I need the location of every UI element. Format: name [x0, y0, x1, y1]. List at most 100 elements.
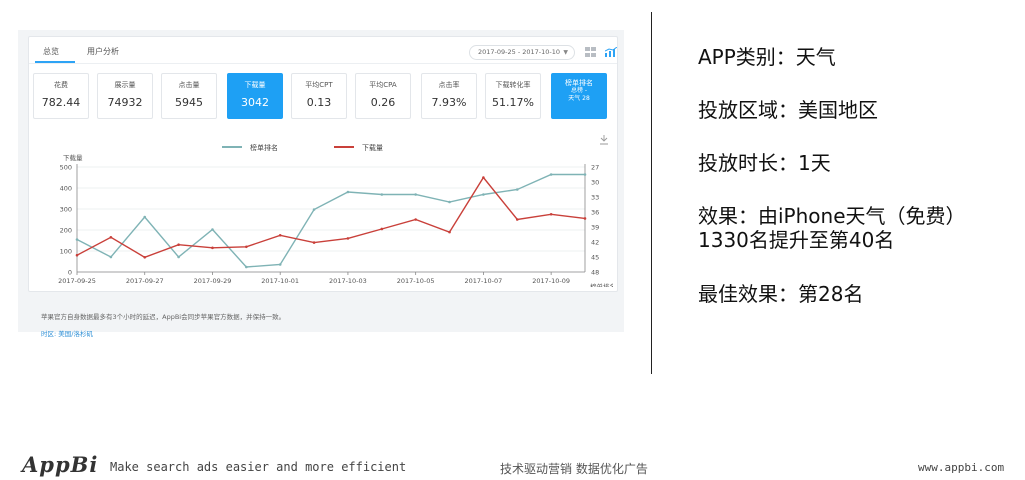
data-point: [109, 255, 113, 259]
y-left-tick-label: 0: [68, 269, 72, 277]
data-point: [482, 193, 485, 196]
x-tick-label: 2017-09-29: [194, 277, 232, 285]
tab-divider: [29, 63, 617, 64]
metric-card-downloads[interactable]: 下载量 3042: [227, 73, 283, 119]
metric-value: 0.26: [370, 96, 396, 109]
tab-user-analysis[interactable]: 用户分析: [87, 46, 119, 57]
metric-card-taps[interactable]: 点击量 5945: [161, 73, 217, 119]
y-right-tick-label: 45: [591, 254, 599, 262]
metric-value: 5945: [175, 96, 203, 109]
metric-label: 点击率: [438, 81, 460, 89]
timezone-link[interactable]: 时区: 美国/洛杉矶: [41, 328, 93, 338]
data-point: [549, 173, 553, 176]
data-point: [346, 237, 350, 240]
date-range-text: 2017-09-25 - 2017-10-10: [478, 48, 561, 56]
y-right-tick-label: 33: [591, 194, 599, 202]
dashboard-screenshot: 总览 用户分析 2017-09-25 - 2017-10-10 ▼ 花费 782…: [18, 30, 624, 338]
y-left-tick-label: 100: [60, 248, 72, 256]
metric-card-spend[interactable]: 花费 782.44: [33, 73, 89, 119]
x-tick-label: 2017-09-25: [58, 277, 96, 285]
note-effect-line1: 效果：由iPhone天气（免费）: [698, 204, 966, 228]
appbi-logo: AppBi: [22, 452, 99, 477]
data-point: [109, 236, 113, 239]
y-right-tick-label: 39: [591, 224, 599, 232]
data-point: [75, 253, 79, 257]
x-tick-label: 2017-10-05: [397, 277, 435, 285]
data-point: [177, 255, 180, 259]
y-left-tick-label: 200: [60, 227, 72, 235]
table-view-icon[interactable]: [585, 47, 596, 57]
footer-cn-slogan: 技术驱动营销 数据优化广告: [500, 462, 648, 476]
metric-card-impressions[interactable]: 展示量 74932: [97, 73, 153, 119]
metric-value: 74932: [107, 96, 143, 109]
metric-card-ctr[interactable]: 点击率 7.93%: [421, 73, 477, 119]
data-point: [75, 238, 79, 241]
data-point: [245, 245, 248, 249]
data-point: [278, 263, 282, 266]
data-point: [278, 233, 282, 237]
metric-value: 0.13: [306, 96, 332, 109]
data-point: [211, 246, 214, 250]
chart-view-icon[interactable]: [605, 47, 617, 57]
dashboard-card: 总览 用户分析 2017-09-25 - 2017-10-10 ▼ 花费 782…: [28, 36, 618, 338]
data-point: [515, 218, 519, 221]
data-point: [515, 188, 519, 191]
x-tick-label: 2017-09-27: [126, 277, 164, 285]
metric-label: 下载转化率: [495, 81, 531, 89]
data-point: [414, 218, 417, 221]
data-point: [143, 256, 147, 259]
y-right-tick-label: 36: [591, 209, 599, 217]
metric-label: 榜单排名: [565, 79, 593, 87]
metric-card-conversion-rate[interactable]: 下载转化率 51.17%: [485, 73, 541, 119]
y-left-tick-label: 500: [60, 164, 72, 172]
y-right-tick-label: 27: [591, 164, 599, 172]
metric-value: 51.17%: [492, 96, 534, 109]
metric-label: 平均CPT: [305, 81, 333, 89]
note-region: 投放区域：美国地区: [698, 98, 878, 122]
rank-value: 天气 28: [568, 95, 590, 102]
tab-overview[interactable]: 总览: [43, 46, 59, 57]
metric-value: 3042: [241, 96, 269, 109]
data-point: [549, 212, 553, 216]
y-right-tick-label: 42: [591, 239, 599, 247]
data-point: [380, 193, 384, 196]
data-point: [346, 190, 350, 194]
chevron-down-icon: ▼: [563, 49, 568, 56]
footer-slogan: Make search ads easier and more efficien…: [110, 460, 407, 474]
legend-label: 榜单排名: [250, 143, 278, 152]
data-point: [211, 228, 214, 231]
series-line-downloads: [76, 176, 586, 259]
data-point: [414, 193, 417, 196]
x-tick-label: 2017-10-03: [329, 277, 367, 285]
metric-card-rank[interactable]: 榜单排名 总榜 - 天气 28: [551, 73, 607, 119]
metric-value: 7.93%: [431, 96, 467, 109]
y-left-axis-label: 下载量: [63, 153, 83, 162]
metric-label: 下载量: [244, 81, 266, 89]
metric-card-avg-cpa[interactable]: 平均CPA 0.26: [355, 73, 411, 119]
data-point: [448, 200, 451, 204]
legend-label: 下载量: [362, 143, 383, 152]
data-point: [448, 230, 451, 234]
metric-label: 展示量: [114, 81, 136, 89]
x-tick-label: 2017-10-09: [532, 277, 570, 285]
data-point: [380, 227, 384, 231]
data-point: [143, 215, 147, 219]
date-range-picker[interactable]: 2017-09-25 - 2017-10-10 ▼: [469, 45, 575, 60]
x-tick-label: 2017-10-01: [261, 277, 299, 285]
metric-card-avg-cpt[interactable]: 平均CPT 0.13: [291, 73, 347, 119]
data-point: [312, 208, 316, 211]
data-point: [177, 243, 180, 246]
metric-label: 点击量: [178, 81, 200, 89]
note-duration: 投放时长：1天: [698, 151, 831, 175]
vertical-divider: [651, 12, 652, 374]
data-point: [312, 241, 316, 244]
data-delay-footnote: 苹果官方自身数据最多有3个小时的延迟，AppBi会同步苹果官方数据，并保持一致。: [41, 313, 286, 321]
data-point: [583, 173, 587, 176]
note-best: 最佳效果：第28名: [698, 282, 864, 306]
data-point: [583, 217, 587, 220]
y-right-axis-label: 榜单排名: [590, 282, 613, 287]
y-left-tick-label: 300: [60, 206, 72, 214]
metric-value: 782.44: [41, 96, 81, 109]
data-point: [482, 176, 485, 179]
x-tick-label: 2017-10-07: [465, 277, 503, 285]
